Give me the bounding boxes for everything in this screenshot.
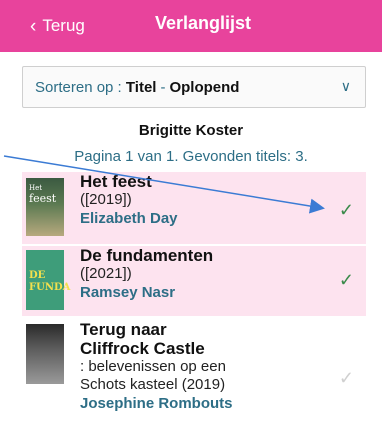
cover-text: feest — [29, 192, 57, 205]
sort-label: Sorteren op : — [35, 78, 122, 96]
book-title: Cliffrock Castle — [80, 339, 205, 358]
book-cover: Het feest — [26, 178, 64, 236]
sort-select[interactable]: Sorteren op : Titel - Oplopend ∨ — [22, 66, 366, 108]
book-title: Terug naar — [80, 320, 167, 339]
back-button[interactable]: ‹ Terug — [30, 14, 85, 38]
book-cover: DE FUNDA — [26, 250, 70, 310]
book-cover — [26, 324, 64, 384]
chevron-down-icon: ∨ — [340, 78, 351, 94]
book-year: ([2019]) — [80, 191, 132, 208]
page-title: Verlanglijst — [155, 13, 252, 33]
list-owner: Brigitte Koster — [138, 122, 244, 139]
check-icon[interactable]: ✓ — [339, 368, 354, 389]
sort-field: Titel — [125, 78, 157, 96]
book-title: De fundamenten — [80, 246, 214, 265]
book-author[interactable]: Elizabeth Day — [80, 209, 326, 228]
cover-text: DE — [29, 270, 46, 281]
sort-order: Oplopend — [169, 78, 240, 96]
list-item[interactable]: Het feest Het feest ([2019]) Elizabeth D… — [22, 172, 366, 244]
book-subtitle: Schots kasteel (2019) — [80, 376, 226, 393]
cover-text: FUNDA — [29, 282, 71, 293]
sort-separator: - — [160, 78, 166, 96]
list-item[interactable]: DE FUNDA De fundamenten ([2021]) Ramsey … — [22, 246, 366, 316]
page-info: Pagina 1 van 1. Gevonden titels: 3. — [74, 148, 308, 165]
book-subtitle: : belevenissen op een — [80, 358, 226, 375]
back-label: Terug — [42, 16, 85, 35]
book-author[interactable]: Josephine Rombouts — [80, 394, 326, 413]
book-author[interactable]: Ramsey Nasr — [80, 283, 326, 302]
check-icon[interactable]: ✓ — [339, 270, 354, 291]
nav-bar: ‹ Terug Verlanglijst — [0, 0, 382, 52]
check-icon[interactable]: ✓ — [339, 200, 354, 221]
book-title: Het feest — [80, 172, 152, 191]
cover-text: Het — [29, 184, 43, 192]
book-year: ([2021]) — [80, 265, 132, 282]
list-item[interactable]: Terug naar Cliffrock Castle : beleveniss… — [22, 320, 366, 425]
chevron-left-icon: ‹ — [30, 15, 37, 37]
